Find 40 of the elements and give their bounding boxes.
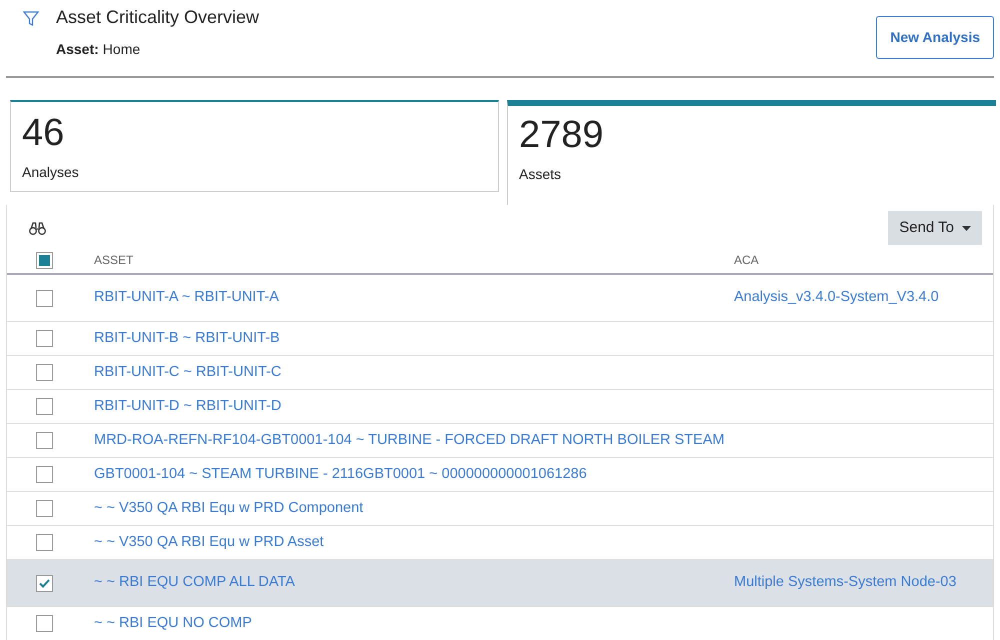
page-title: Asset Criticality Overview xyxy=(56,6,260,29)
row-checkbox[interactable] xyxy=(36,290,53,306)
filter-icon[interactable] xyxy=(23,11,39,28)
row-checkbox[interactable] xyxy=(36,466,53,483)
asset-link[interactable]: GBT0001-104 ~ STEAM TURBINE - 2116GBT0001 ~ 000000000001061286 xyxy=(94,466,587,482)
row-checkbox[interactable] xyxy=(36,330,53,347)
tile-label: Assets xyxy=(519,164,562,184)
analysis-link[interactable]: Multiple Systems-System Node-03 xyxy=(734,572,956,594)
asset-link[interactable]: ~ ~ RBI EQU NO COMP xyxy=(94,614,252,631)
column-header[interactable]: ASSET xyxy=(94,251,734,269)
column-header[interactable]: ACA xyxy=(734,251,759,269)
asset-label: Asset: xyxy=(56,40,99,59)
checkmark-icon xyxy=(39,578,50,588)
row-checkbox[interactable] xyxy=(36,615,53,632)
summary-tile[interactable]: 46 Analyses xyxy=(10,100,499,192)
asset-link[interactable]: ~ ~ V350 QA RBI Equ w PRD Component xyxy=(94,500,364,516)
asset-link[interactable]: ~ ~ RBI EQU COMP ALL DATA xyxy=(94,574,295,590)
asset-link[interactable]: RBIT-UNIT-B ~ RBIT-UNIT-B xyxy=(94,330,280,346)
caret-icon xyxy=(962,226,971,230)
tile-label: Analyses xyxy=(22,162,80,182)
asset-link[interactable]: RBIT-UNIT-A ~ RBIT-UNIT-A xyxy=(94,289,279,306)
row-checkbox[interactable] xyxy=(36,500,53,517)
asset-link[interactable]: MRD-ROA-REFN-RF104-GBT0001-104 ~ TURBINE - FORCED DRAFT NORTH BOILER STEAM xyxy=(94,432,724,448)
asset-link[interactable]: ~ ~ V350 QA RBI Equ w PRD Asset xyxy=(94,534,324,550)
asset-value: Home xyxy=(102,40,140,59)
tile-count: 2789 xyxy=(519,116,605,156)
new-analysis-button[interactable]: New Analysis xyxy=(876,16,994,59)
analysis-link[interactable]: Analysis_v3.4.0-System_V3.4.0 xyxy=(734,287,939,309)
row-checkbox[interactable] xyxy=(36,534,53,551)
select-all-checkbox[interactable] xyxy=(36,252,53,268)
asset-link[interactable]: RBIT-UNIT-D ~ RBIT-UNIT-D xyxy=(94,398,282,414)
row-checkbox[interactable] xyxy=(36,364,53,381)
row-checkbox[interactable] xyxy=(36,574,53,592)
summary-tile[interactable]: 2789 Assets xyxy=(507,100,996,205)
send-to-dropdown[interactable]: Send To xyxy=(888,210,982,246)
row-checkbox[interactable] xyxy=(36,432,53,449)
tile-count: 46 xyxy=(22,114,66,154)
asset-link[interactable]: RBIT-UNIT-C ~ RBIT-UNIT-C xyxy=(94,364,282,380)
row-checkbox[interactable] xyxy=(36,398,53,415)
binoculars-icon[interactable] xyxy=(29,222,46,234)
